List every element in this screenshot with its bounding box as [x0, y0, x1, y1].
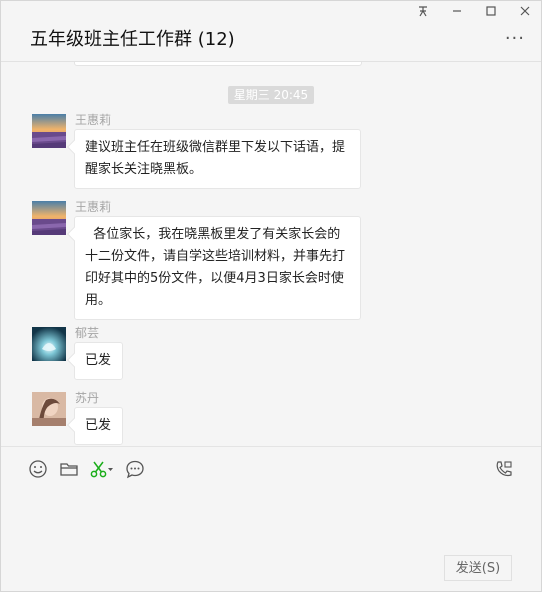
- avatar[interactable]: [32, 201, 66, 235]
- pin-glyph: [419, 6, 427, 17]
- message-bubble[interactable]: 已发: [74, 407, 123, 445]
- folder-icon[interactable]: [59, 459, 79, 479]
- chat-window: 五年级班主任工作群 (12) ··· 星期三 20:45 王惠莉 建议班主任在班…: [0, 0, 542, 592]
- message-bubble[interactable]: 已发: [74, 342, 123, 380]
- message-list[interactable]: 星期三 20:45 王惠莉 建议班主任在班级微信群里下发以下话语，提醒家长关注晓…: [1, 62, 541, 446]
- glowing-lotus-avatar: [32, 327, 66, 361]
- pin-icon[interactable]: [411, 4, 435, 24]
- emoji-icon[interactable]: [28, 459, 48, 479]
- timestamp-text: 星期三 20:45: [227, 86, 315, 104]
- minimize-icon[interactable]: [445, 4, 469, 24]
- chat-history-glyph: [126, 460, 144, 479]
- maximize-icon[interactable]: [479, 4, 503, 24]
- avatar[interactable]: [32, 114, 66, 148]
- send-button[interactable]: 发送(S): [444, 555, 512, 581]
- message-timestamp: 星期三 20:45: [1, 84, 541, 104]
- sender-name: 王惠莉: [75, 113, 112, 127]
- video-call-icon[interactable]: [494, 459, 514, 479]
- minimize-glyph: [453, 10, 461, 12]
- sender-name: 苏丹: [75, 391, 100, 405]
- chat-history-icon[interactable]: [125, 459, 145, 479]
- close-glyph: [520, 6, 530, 16]
- lavender-field-avatar: [32, 201, 66, 235]
- avatar[interactable]: [32, 392, 66, 426]
- message-input-area[interactable]: [1, 492, 541, 547]
- emoji-glyph: [29, 460, 47, 478]
- sender-name: 郁芸: [75, 326, 100, 340]
- message-bubble[interactable]: 建议班主任在班级微信群里下发以下话语，提醒家长关注晓黑板。: [74, 129, 361, 189]
- composer-toolbar: [1, 446, 541, 493]
- lavender-field-avatar: [32, 114, 66, 148]
- title-bar: 五年级班主任工作群 (12) ···: [1, 1, 541, 62]
- sender-name: 王惠莉: [75, 200, 112, 214]
- message-bubble[interactable]: 各位家长，我在晓黑板里发了有关家长会的十二份文件，请自学这些培训材料，并事先打印…: [74, 216, 361, 320]
- video-call-glyph: [496, 461, 512, 477]
- screenshot-scissors-icon[interactable]: [89, 459, 115, 479]
- chat-title: 五年级班主任工作群 (12): [30, 29, 235, 50]
- more-options-icon[interactable]: ···: [505, 30, 525, 48]
- portrait-photo-avatar: [32, 392, 66, 426]
- maximize-glyph: [486, 6, 496, 16]
- previous-message-bubble: [74, 62, 362, 66]
- scissors-glyph: [90, 461, 113, 478]
- close-icon[interactable]: [513, 4, 537, 24]
- folder-glyph: [60, 463, 78, 476]
- avatar[interactable]: [32, 327, 66, 361]
